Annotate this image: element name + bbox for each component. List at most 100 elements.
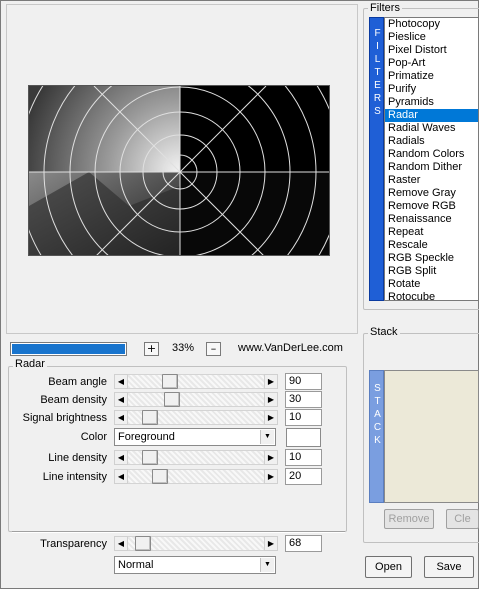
color-swatch[interactable] (286, 428, 321, 447)
slider-thumb[interactable] (142, 450, 158, 465)
arrow-left-icon[interactable]: ◀ (114, 392, 128, 407)
filter-list-item[interactable]: Radials (385, 135, 478, 148)
arrow-left-icon[interactable]: ◀ (114, 536, 128, 551)
param-label: Beam density (40, 394, 107, 406)
zoom-level: 33% (172, 342, 195, 354)
filter-list-item[interactable]: Repeat (385, 226, 478, 239)
stack-tab[interactable]: STACK (369, 370, 384, 503)
filter-list-item[interactable]: Purify (385, 83, 478, 96)
tab-letter: K (374, 435, 381, 446)
slider-thumb[interactable] (164, 392, 180, 407)
filter-list-item[interactable]: Rescale (385, 239, 478, 252)
chevron-down-icon[interactable]: ▼ (260, 558, 274, 572)
filter-list-item[interactable]: Pixel Distort (385, 44, 478, 57)
arrow-right-icon[interactable]: ▶ (264, 410, 278, 425)
arrow-right-icon[interactable]: ▶ (264, 392, 278, 407)
param-slider[interactable]: ◀ ▶ (114, 392, 278, 407)
blend-mode-value: Normal (118, 559, 154, 571)
zoom-in-button[interactable]: + (144, 342, 159, 356)
filter-list-item[interactable]: Photocopy (385, 18, 478, 31)
slider-track[interactable] (128, 469, 264, 484)
tab-letter: R (373, 93, 382, 104)
tab-letter: A (374, 409, 381, 420)
arrow-left-icon[interactable]: ◀ (114, 450, 128, 465)
tab-letter: E (374, 80, 381, 91)
color-select-value: Foreground (118, 431, 175, 443)
param-label: Signal brightness (22, 412, 107, 424)
arrow-left-icon[interactable]: ◀ (114, 469, 128, 484)
param-label: Beam angle (48, 376, 107, 388)
filter-list-item[interactable]: Radial Waves (385, 122, 478, 135)
filter-list-item[interactable]: RGB Split (385, 265, 478, 278)
filters-list[interactable]: Photocopy Pieslice Pixel Distort Pop-Art Pri… (384, 17, 479, 301)
arrow-right-icon[interactable]: ▶ (264, 469, 278, 484)
filter-list-item[interactable]: Raster (385, 174, 478, 187)
color-select[interactable]: Foreground ▼ (114, 428, 276, 446)
arrow-right-icon[interactable]: ▶ (264, 450, 278, 465)
slider-thumb[interactable] (135, 536, 151, 551)
tab-letter: T (374, 67, 381, 78)
tab-letter: F (374, 28, 381, 39)
slider-thumb[interactable] (152, 469, 168, 484)
filter-list-item[interactable]: RGB Speckle (385, 252, 478, 265)
slider-track[interactable] (128, 392, 264, 407)
zoom-out-button[interactable]: – (206, 342, 221, 356)
filter-list-item[interactable]: Primatize (385, 70, 478, 83)
param-value[interactable]: 30 (285, 391, 322, 408)
param-label: Line intensity (42, 471, 107, 483)
param-value[interactable]: 90 (285, 373, 322, 390)
filter-list-item[interactable]: Pieslice (385, 31, 478, 44)
tab-letter: C (373, 422, 382, 433)
filter-list-item[interactable]: Pop-Art (385, 57, 478, 70)
filter-list-item[interactable]: Renaissance (385, 213, 478, 226)
arrow-right-icon[interactable]: ▶ (264, 536, 278, 551)
clear-button[interactable]: Cle (446, 509, 479, 529)
tab-letter: T (374, 396, 381, 407)
blend-mode-select[interactable]: Normal ▼ (114, 556, 276, 574)
transparency-label: Transparency (40, 538, 107, 550)
remove-button[interactable]: Remove (384, 509, 434, 529)
filters-tab[interactable]: FILTERS (369, 17, 384, 301)
filter-list-item[interactable]: Random Colors (385, 148, 478, 161)
filter-list-item[interactable]: Pyramids (385, 96, 478, 109)
transparency-slider[interactable]: ◀ ▶ (114, 536, 278, 551)
radar-preview-graphic (29, 86, 329, 255)
slider-thumb[interactable] (162, 374, 178, 389)
preview-image[interactable] (28, 85, 330, 256)
open-button[interactable]: Open (365, 556, 412, 578)
param-value[interactable]: 10 (285, 449, 322, 466)
filter-list-item[interactable]: Remove Gray (385, 187, 478, 200)
param-value[interactable]: 20 (285, 468, 322, 485)
filter-list-item[interactable]: Rotate (385, 278, 478, 291)
separator (12, 531, 345, 533)
save-button[interactable]: Save (424, 556, 474, 578)
tab-letter: S (374, 106, 381, 117)
color-label: Color (80, 431, 107, 443)
slider-track[interactable] (128, 374, 264, 389)
radar-group-title: Radar (13, 358, 47, 370)
param-value[interactable]: 10 (285, 409, 322, 426)
chevron-down-icon[interactable]: ▼ (260, 430, 274, 444)
slider-thumb[interactable] (142, 410, 158, 425)
filters-group-title: Filters (368, 2, 402, 14)
transparency-value[interactable]: 68 (285, 535, 322, 552)
param-slider[interactable]: ◀ ▶ (114, 410, 278, 425)
filter-list-item[interactable]: Radar (385, 109, 478, 122)
stack-group-title: Stack (368, 326, 400, 338)
tab-letter: S (374, 383, 381, 394)
filter-list-item[interactable]: Random Dither (385, 161, 478, 174)
filter-list-item[interactable]: Rotocube (385, 291, 478, 300)
param-slider[interactable]: ◀ ▶ (114, 469, 278, 484)
arrow-right-icon[interactable]: ▶ (264, 374, 278, 389)
stack-list[interactable] (384, 370, 479, 503)
tab-letter: I (376, 41, 379, 52)
param-slider[interactable]: ◀ ▶ (114, 450, 278, 465)
arrow-left-icon[interactable]: ◀ (114, 410, 128, 425)
param-slider[interactable]: ◀ ▶ (114, 374, 278, 389)
filter-list-item[interactable]: Remove RGB (385, 200, 478, 213)
arrow-left-icon[interactable]: ◀ (114, 374, 128, 389)
tab-letter: L (374, 54, 381, 65)
param-label: Line density (48, 452, 107, 464)
website-link[interactable]: www.VanDerLee.com (238, 342, 343, 354)
progress-fill (12, 344, 125, 354)
